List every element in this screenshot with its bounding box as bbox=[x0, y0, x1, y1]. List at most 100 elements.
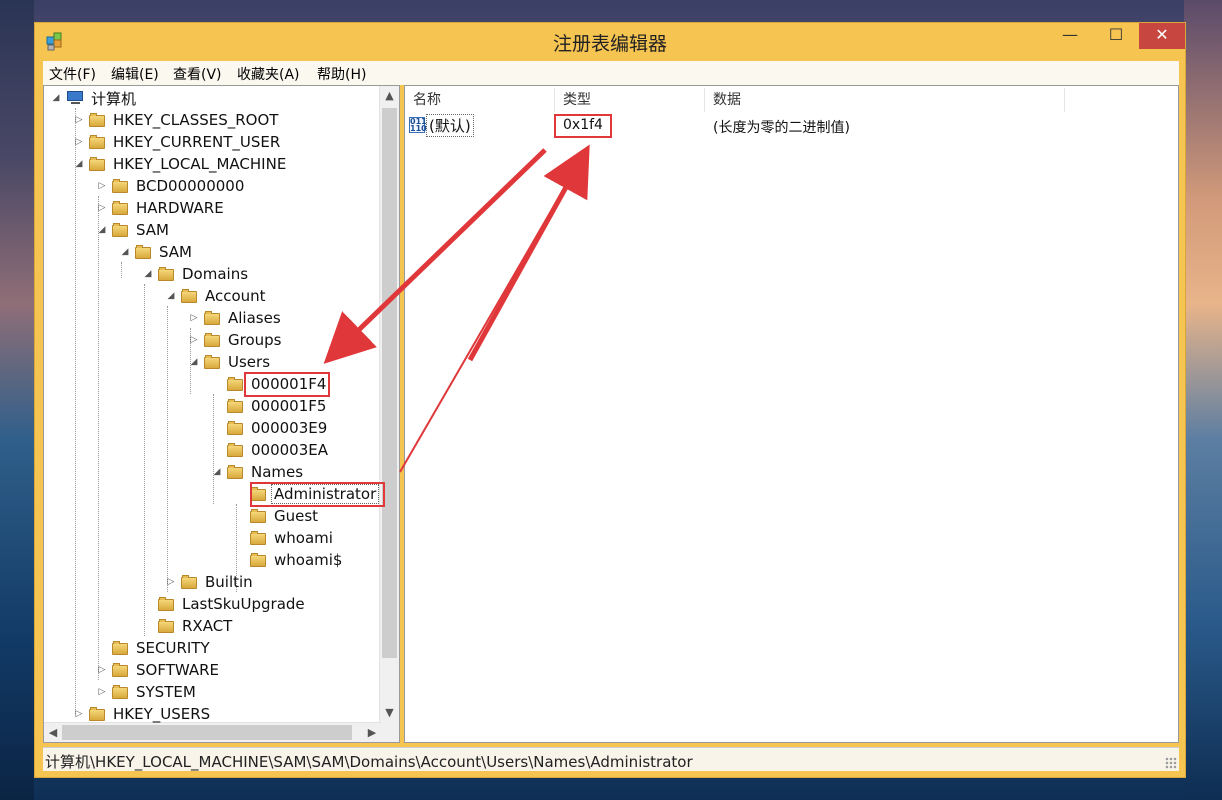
column-header-name[interactable]: 名称 bbox=[405, 88, 555, 112]
tree-node-label[interactable]: Builtin bbox=[203, 573, 255, 591]
expand-arrow-icon[interactable]: ▷ bbox=[96, 181, 108, 191]
collapse-arrow-icon[interactable]: ◢ bbox=[165, 291, 177, 301]
expand-arrow-icon[interactable]: ▷ bbox=[96, 665, 108, 675]
tree-node[interactable]: ◢ Domains bbox=[142, 263, 250, 285]
tree-node-label[interactable]: Aliases bbox=[226, 309, 283, 327]
collapse-arrow-icon[interactable]: ◢ bbox=[188, 357, 200, 367]
tree-node[interactable]: ▷ SYSTEM bbox=[96, 681, 198, 703]
collapse-arrow-icon[interactable]: ◢ bbox=[119, 247, 131, 257]
tree-node-label[interactable]: HKEY_USERS bbox=[111, 705, 212, 723]
tree-node[interactable]: ◢ HKEY_LOCAL_MACHINE bbox=[73, 153, 288, 175]
tree-node[interactable]: Guest bbox=[234, 505, 320, 527]
tree-node[interactable]: ▷ Builtin bbox=[165, 571, 255, 593]
menu-favorites[interactable]: 收藏夹(A) bbox=[237, 64, 300, 84]
tree-node-label[interactable]: Groups bbox=[226, 331, 283, 349]
tree-node[interactable]: ▷ HKEY_CURRENT_USER bbox=[73, 131, 282, 153]
tree-node-label[interactable]: 计算机 bbox=[89, 88, 138, 109]
tree-node-label[interactable]: HARDWARE bbox=[134, 199, 226, 217]
tree-node-label[interactable]: SAM bbox=[134, 221, 171, 239]
expand-arrow-icon[interactable]: ▷ bbox=[165, 577, 177, 587]
tree-node-label[interactable]: whoami bbox=[272, 529, 335, 547]
tree-node[interactable]: ▷ SOFTWARE bbox=[96, 659, 221, 681]
tree-node-label[interactable]: Users bbox=[226, 353, 272, 371]
tree-node[interactable]: ▷ HKEY_CLASSES_ROOT bbox=[73, 109, 280, 131]
expand-arrow-icon[interactable]: ▷ bbox=[73, 115, 85, 125]
tree-node[interactable]: 000003E9 bbox=[211, 417, 329, 439]
tree-node-label[interactable]: whoami$ bbox=[272, 551, 344, 569]
tree-node-label[interactable]: HKEY_CLASSES_ROOT bbox=[111, 111, 280, 129]
tree-node[interactable]: ▷ HARDWARE bbox=[96, 197, 226, 219]
expand-arrow-icon[interactable]: ▷ bbox=[188, 313, 200, 323]
tree-node-label[interactable]: SECURITY bbox=[134, 639, 212, 657]
tree-node-label[interactable]: Names bbox=[249, 463, 305, 481]
title-bar[interactable]: 注册表编辑器 — ☐ ✕ bbox=[35, 23, 1185, 59]
tree-node-label[interactable]: 000003EA bbox=[249, 441, 330, 459]
tree-node-label[interactable]: SAM bbox=[157, 243, 194, 261]
expand-arrow-icon[interactable]: ▷ bbox=[73, 137, 85, 147]
tree-node[interactable]: SECURITY bbox=[96, 637, 212, 659]
tree-node-label[interactable]: BCD00000000 bbox=[134, 177, 246, 195]
expand-arrow-icon[interactable]: ▷ bbox=[73, 709, 85, 719]
folder-icon bbox=[112, 223, 129, 237]
tree-node[interactable]: ◢ Account bbox=[165, 285, 268, 307]
tree-node[interactable]: 000003EA bbox=[211, 439, 330, 461]
tree-node[interactable]: ▷ Aliases bbox=[188, 307, 283, 329]
expand-arrow-icon[interactable]: ▷ bbox=[188, 335, 200, 345]
tree-node-label[interactable]: RXACT bbox=[180, 617, 234, 635]
tree-horizontal-scrollbar[interactable]: ◀ ▶ bbox=[44, 722, 381, 742]
menu-help[interactable]: 帮助(H) bbox=[317, 64, 366, 84]
tree-vertical-scrollbar[interactable]: ▲ ▼ bbox=[379, 86, 399, 723]
column-header-type[interactable]: 类型 bbox=[555, 88, 705, 112]
collapse-arrow-icon[interactable]: ◢ bbox=[73, 159, 85, 169]
menu-edit[interactable]: 编辑(E) bbox=[111, 64, 159, 84]
collapse-arrow-icon[interactable]: ◢ bbox=[211, 467, 223, 477]
registry-tree-pane[interactable]: ▲ ▼ ◀ ▶ ◢ 计算机 ▷ HKEY_CLASSES_ROOT ▷ HKEY_CURR… bbox=[43, 85, 400, 743]
tree-node[interactable]: ◢ 计算机 bbox=[50, 87, 138, 109]
tree-node-label[interactable]: Guest bbox=[272, 507, 320, 525]
tree-node[interactable]: ▷ HKEY_USERS bbox=[73, 703, 212, 725]
tree-node-label[interactable]: SOFTWARE bbox=[134, 661, 221, 679]
value-row-default[interactable]: 011 110 (默认) bbox=[409, 113, 474, 137]
tree-node[interactable]: whoami$ bbox=[234, 549, 344, 571]
tree-node[interactable]: ◢ Names bbox=[211, 461, 305, 483]
tree-node-label[interactable]: 000001F5 bbox=[249, 397, 328, 415]
menu-file[interactable]: 文件(F) bbox=[49, 64, 96, 84]
tree-node-label[interactable]: HKEY_LOCAL_MACHINE bbox=[111, 155, 288, 173]
values-list-pane[interactable]: 名称 类型 数据 011 110 (默认) 0x1f4 (长度为零的二进制值) bbox=[404, 85, 1179, 743]
tree-node[interactable]: RXACT bbox=[142, 615, 234, 637]
column-header-data[interactable]: 数据 bbox=[705, 88, 1065, 112]
scroll-down-arrow[interactable]: ▼ bbox=[380, 703, 399, 723]
scroll-right-arrow[interactable]: ▶ bbox=[363, 723, 381, 742]
resize-grip[interactable] bbox=[1165, 757, 1177, 769]
tree-node[interactable]: whoami bbox=[234, 527, 335, 549]
tree-vscroll-thumb[interactable] bbox=[382, 108, 397, 658]
tree-node[interactable]: ◢ SAM bbox=[96, 219, 171, 241]
tree-node[interactable]: ▷ BCD00000000 bbox=[96, 175, 246, 197]
tree-node[interactable]: ◢ Users bbox=[188, 351, 272, 373]
tree-node-label[interactable]: Account bbox=[203, 287, 268, 305]
expand-arrow-icon[interactable]: ▷ bbox=[96, 687, 108, 697]
tree-node[interactable]: ▷ Groups bbox=[188, 329, 283, 351]
tree-node-label[interactable]: SYSTEM bbox=[134, 683, 198, 701]
scroll-up-arrow[interactable]: ▲ bbox=[380, 86, 399, 106]
folder-icon bbox=[158, 597, 175, 611]
tree-connector bbox=[98, 196, 99, 680]
tree-node-label[interactable]: HKEY_CURRENT_USER bbox=[111, 133, 282, 151]
value-name[interactable]: (默认) bbox=[426, 113, 474, 137]
menu-view[interactable]: 查看(V) bbox=[173, 64, 222, 84]
expand-arrow-icon[interactable]: ▷ bbox=[96, 203, 108, 213]
scroll-left-arrow[interactable]: ◀ bbox=[44, 723, 62, 742]
collapse-arrow-icon[interactable]: ◢ bbox=[142, 269, 154, 279]
tree-hscroll-thumb[interactable] bbox=[62, 725, 352, 740]
tree-node-label[interactable]: Domains bbox=[180, 265, 250, 283]
minimize-button[interactable]: — bbox=[1047, 23, 1093, 49]
collapse-arrow-icon[interactable]: ◢ bbox=[50, 93, 62, 103]
tree-node-label[interactable]: 000003E9 bbox=[249, 419, 329, 437]
tree-node-label[interactable]: LastSkuUpgrade bbox=[180, 595, 307, 613]
close-button[interactable]: ✕ bbox=[1139, 23, 1185, 49]
tree-node[interactable]: LastSkuUpgrade bbox=[142, 593, 307, 615]
tree-node[interactable]: ◢ SAM bbox=[119, 241, 194, 263]
maximize-button[interactable]: ☐ bbox=[1093, 23, 1139, 49]
collapse-arrow-icon[interactable]: ◢ bbox=[96, 225, 108, 235]
tree-node[interactable]: 000001F5 bbox=[211, 395, 328, 417]
